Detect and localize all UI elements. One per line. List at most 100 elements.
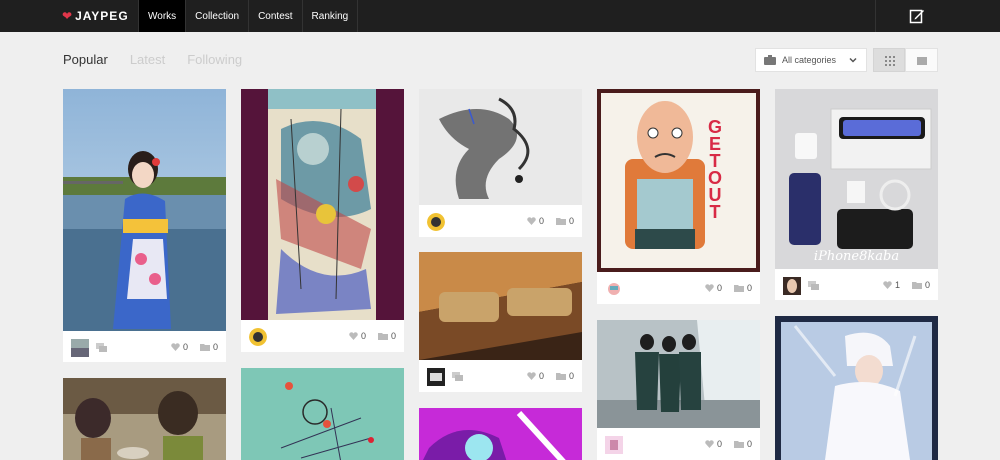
artwork-card[interactable] xyxy=(419,408,582,460)
edit-icon xyxy=(909,9,924,24)
collect-count: 0 xyxy=(746,283,752,293)
tab-following[interactable]: Following xyxy=(187,52,242,67)
collect-count: 0 xyxy=(212,342,218,352)
artwork-card[interactable]: 0 0 xyxy=(597,320,760,460)
artwork-thumbnail[interactable] xyxy=(775,316,938,460)
artwork-card[interactable]: iPhone8kaba 1 0 xyxy=(775,89,938,300)
comment-icon[interactable] xyxy=(808,281,819,290)
top-navbar: ❤ JAYPEG Works Collection Contest Rankin… xyxy=(0,0,1000,32)
like-count: 0 xyxy=(716,439,722,449)
create-post-button[interactable] xyxy=(875,0,1000,32)
folder-icon[interactable] xyxy=(733,284,744,292)
folder-icon[interactable] xyxy=(377,332,388,340)
folder-icon[interactable] xyxy=(555,372,566,380)
artwork-thumbnail[interactable] xyxy=(419,408,582,460)
artwork-card[interactable] xyxy=(241,368,404,460)
like-count: 0 xyxy=(182,342,188,352)
nav-works[interactable]: Works xyxy=(138,0,186,32)
grid-view-button[interactable] xyxy=(873,48,905,72)
category-label: All categories xyxy=(782,55,837,65)
heart-icon[interactable] xyxy=(705,440,714,448)
folder-icon[interactable] xyxy=(911,281,922,289)
folder-icon[interactable] xyxy=(555,217,566,225)
card-stats: 0 0 xyxy=(705,439,752,449)
card-meta: 0 0 xyxy=(597,273,760,303)
card-meta: 0 0 xyxy=(419,361,582,391)
card-stats: 0 0 xyxy=(527,216,574,226)
card-meta: 0 0 xyxy=(597,429,760,459)
heart-icon[interactable] xyxy=(349,332,358,340)
artwork-thumbnail[interactable] xyxy=(419,89,582,205)
artwork-thumbnail[interactable] xyxy=(597,89,760,272)
heart-icon[interactable] xyxy=(527,372,536,380)
user-avatar[interactable] xyxy=(605,436,623,454)
artwork-card[interactable]: 0 0 xyxy=(63,89,226,362)
card-stats: 0 0 xyxy=(349,331,396,341)
list-view-button[interactable] xyxy=(905,48,938,72)
artwork-card[interactable] xyxy=(775,316,938,460)
like-count: 1 xyxy=(894,280,900,290)
brand-logo[interactable]: ❤ JAYPEG xyxy=(62,0,129,32)
like-count: 0 xyxy=(538,371,544,381)
feed-tabs: Popular Latest Following xyxy=(63,52,242,67)
artwork-card[interactable]: 0 0 xyxy=(419,252,582,392)
nav-contest[interactable]: Contest xyxy=(248,0,301,32)
collect-count: 0 xyxy=(568,371,574,381)
tab-latest[interactable]: Latest xyxy=(130,52,165,67)
card-stats: 0 0 xyxy=(705,283,752,293)
folder-icon[interactable] xyxy=(199,343,210,351)
card-meta: 0 0 xyxy=(63,332,226,362)
grid-icon xyxy=(885,56,895,66)
artwork-card[interactable]: 0 0 xyxy=(419,89,582,237)
user-avatar[interactable] xyxy=(427,368,445,386)
like-count: 0 xyxy=(360,331,366,341)
image-caption: iPhone8kaba xyxy=(813,249,900,264)
category-icon xyxy=(764,55,776,65)
artwork-thumbnail[interactable] xyxy=(63,89,226,331)
artwork-card[interactable] xyxy=(63,378,226,460)
heart-icon[interactable] xyxy=(171,343,180,351)
artwork-thumbnail[interactable] xyxy=(597,320,760,428)
like-count: 0 xyxy=(538,216,544,226)
artwork-thumbnail[interactable] xyxy=(241,89,404,320)
artwork-card[interactable]: GET OUT 0 0 xyxy=(597,89,760,304)
artwork-thumbnail[interactable] xyxy=(241,368,404,460)
card-stats: 1 0 xyxy=(883,280,930,290)
user-avatar[interactable] xyxy=(783,277,801,295)
artwork-card[interactable]: 0 0 xyxy=(241,89,404,352)
poster-title: GET OUT xyxy=(707,117,722,222)
tab-popular[interactable]: Popular xyxy=(63,52,108,67)
folder-icon[interactable] xyxy=(733,440,744,448)
collect-count: 0 xyxy=(924,280,930,290)
collect-count: 0 xyxy=(746,439,752,449)
collect-count: 0 xyxy=(568,216,574,226)
nav-collection[interactable]: Collection xyxy=(185,0,248,32)
heart-icon[interactable] xyxy=(883,281,892,289)
artwork-thumbnail[interactable] xyxy=(63,378,226,460)
user-avatar[interactable] xyxy=(605,280,623,298)
artwork-thumbnail[interactable] xyxy=(419,252,582,360)
user-avatar[interactable] xyxy=(71,339,89,357)
nav-ranking[interactable]: Ranking xyxy=(301,0,358,32)
heart-logo-icon: ❤ xyxy=(62,9,73,23)
card-stats: 0 0 xyxy=(171,342,218,352)
brand-name: JAYPEG xyxy=(75,9,129,23)
comment-icon[interactable] xyxy=(96,343,107,352)
category-dropdown[interactable]: All categories xyxy=(755,48,867,72)
heart-icon[interactable] xyxy=(705,284,714,292)
card-meta: 0 0 xyxy=(241,321,404,351)
nav-divider xyxy=(357,0,359,32)
user-avatar[interactable] xyxy=(427,213,445,231)
comment-icon[interactable] xyxy=(452,372,463,381)
main-nav: Works Collection Contest Ranking xyxy=(138,0,359,32)
user-avatar[interactable] xyxy=(249,328,267,346)
chevron-down-icon xyxy=(849,57,857,63)
card-meta: 0 0 xyxy=(419,206,582,236)
like-count: 0 xyxy=(716,283,722,293)
card-stats: 0 0 xyxy=(527,371,574,381)
artwork-thumbnail[interactable] xyxy=(775,89,938,269)
collect-count: 0 xyxy=(390,331,396,341)
heart-icon[interactable] xyxy=(527,217,536,225)
list-icon xyxy=(917,57,927,65)
card-meta: 1 0 xyxy=(775,270,938,300)
